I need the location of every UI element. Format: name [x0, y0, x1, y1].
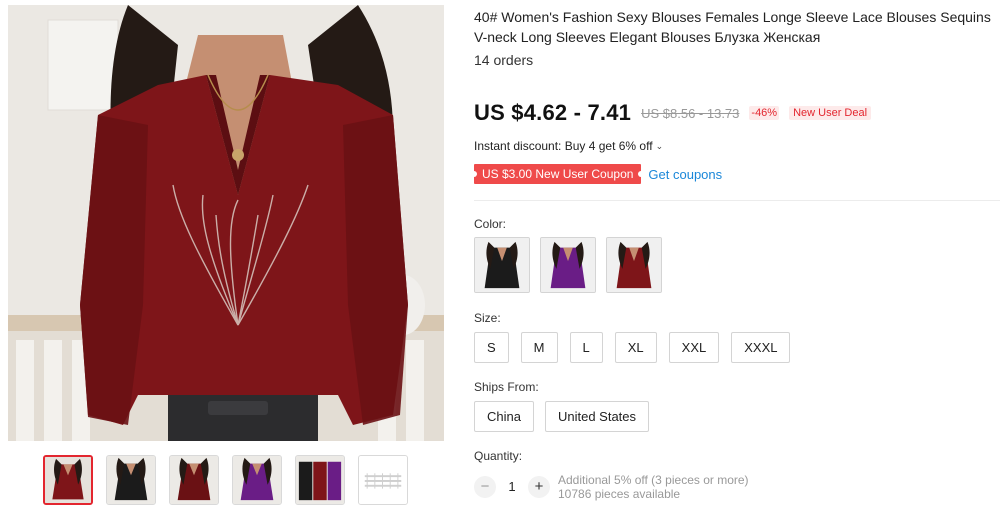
thumbnail-wine-red-2[interactable]: [169, 455, 219, 505]
color-swatch-wine-red[interactable]: [606, 237, 662, 293]
chevron-down-icon: ⌄: [655, 140, 664, 151]
current-price: US $4.62 - 7.41: [474, 100, 632, 125]
price-row: US $4.62 - 7.41 US $8.56 - 13.73 -46% Ne…: [474, 99, 872, 127]
instant-discount[interactable]: Instant discount: Buy 4 get 6% off ⌄: [474, 139, 663, 153]
size-options: S M L XL XXL XXXL: [474, 332, 791, 363]
thumbnail-size-chart[interactable]: [358, 455, 408, 505]
stock-available: 10786 pieces available: [558, 487, 681, 501]
color-swatch-purple[interactable]: [540, 237, 596, 293]
size-option-s[interactable]: S: [474, 332, 509, 363]
size-option-m[interactable]: M: [520, 332, 558, 363]
get-coupons-link[interactable]: Get coupons: [648, 167, 722, 182]
color-swatches: [474, 237, 662, 293]
new-user-coupon[interactable]: US $3.00 New User Coupon: [470, 164, 645, 184]
thumbnail-wine-red[interactable]: [43, 455, 93, 505]
size-label: Size:: [474, 311, 501, 325]
thumbnail-black[interactable]: [106, 455, 156, 505]
size-option-l[interactable]: L: [569, 332, 603, 363]
ships-from-options: China United States: [474, 401, 650, 432]
quantity-increase-button[interactable]: +: [528, 476, 550, 498]
quantity-info: Additional 5% off (3 pieces or more) 107…: [558, 473, 749, 501]
ships-from-label: Ships From:: [474, 380, 539, 394]
coupon-row: US $3.00 New User Coupon Get coupons: [470, 164, 722, 184]
color-swatch-black[interactable]: [474, 237, 530, 293]
orders-count: 14 orders: [474, 52, 534, 68]
ships-from-china[interactable]: China: [474, 401, 534, 432]
quantity-stepper: − 1 + Additional 5% off (3 pieces or mor…: [474, 473, 749, 501]
color-label: Color:: [474, 217, 507, 231]
size-option-xxxl[interactable]: XXXL: [731, 332, 791, 363]
section-divider: [474, 200, 1000, 201]
quantity-value[interactable]: 1: [496, 473, 528, 501]
thumbnail-purple[interactable]: [232, 455, 282, 505]
instant-discount-text: Instant discount: Buy 4 get 6% off: [474, 139, 653, 153]
size-option-xl[interactable]: XL: [614, 332, 657, 363]
discount-badge: -46%: [749, 106, 780, 120]
size-option-xxl[interactable]: XXL: [668, 332, 720, 363]
quantity-label: Quantity:: [474, 449, 523, 463]
main-product-image[interactable]: [8, 5, 444, 441]
thumbnail-color-collage[interactable]: [295, 455, 345, 505]
product-title: 40# Women's Fashion Sexy Blouses Females…: [474, 9, 991, 45]
blouse-photo: [8, 5, 444, 441]
bulk-discount-note: Additional 5% off (3 pieces or more): [558, 473, 749, 487]
quantity-decrease-button[interactable]: −: [474, 476, 496, 498]
original-price: US $8.56 - 13.73: [641, 105, 740, 121]
ships-from-united-states[interactable]: United States: [544, 401, 650, 432]
new-user-deal-badge: New User Deal: [789, 106, 872, 120]
